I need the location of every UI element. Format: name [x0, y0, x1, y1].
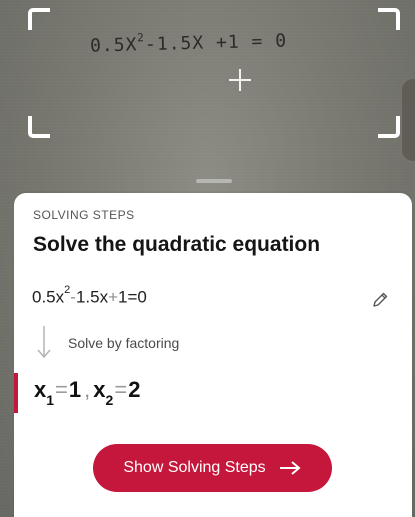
scan-corner-top-left: [28, 8, 50, 30]
result-card: SOLVING STEPS Solve the quadratic equati…: [14, 193, 412, 517]
answer-separator: ,: [84, 377, 91, 402]
result-title: Solve the quadratic equation: [33, 233, 321, 256]
answer-accent-bar: [14, 373, 18, 413]
answer-equals-1: =: [55, 377, 68, 402]
scan-frame: 0.5X2-1.5X +1 = 0: [28, 8, 400, 138]
scan-corner-top-right: [378, 8, 400, 30]
answer-var-2: x: [93, 377, 106, 402]
answer-value-2: 2: [128, 377, 141, 402]
answer-var-1: x: [34, 377, 47, 402]
pencil-icon[interactable]: [371, 291, 389, 309]
arrow-right-icon: [279, 461, 301, 475]
method-label: Solve by factoring: [68, 335, 180, 351]
recognized-equation: 0.5x2-1.5x+1=0: [32, 284, 147, 308]
answer-value-1: 1: [68, 377, 82, 402]
equation-rhs: 0: [137, 287, 147, 307]
side-panel-tab[interactable]: [401, 78, 415, 162]
handwritten-coefficient: 0.5X: [89, 34, 138, 57]
crosshair-icon: [229, 69, 251, 91]
handwritten-power: 2: [137, 31, 145, 45]
answer-sub-1: 1: [46, 392, 55, 409]
equation-equals: =: [127, 287, 138, 307]
scan-corner-bottom-left: [28, 116, 50, 138]
show-solving-steps-label: Show Solving Steps: [123, 459, 266, 476]
arrow-down-icon: [37, 326, 51, 359]
section-label: SOLVING STEPS: [33, 208, 135, 222]
equation-term2: 1.5x: [75, 287, 109, 307]
answer-sub-2: 2: [105, 392, 114, 409]
equation-exponent: 2: [64, 284, 71, 296]
handwritten-equation: 0.5X2-1.5X +1 = 0: [90, 29, 288, 56]
answer-line: x1=1, x2=2: [34, 377, 141, 409]
scan-corner-bottom-right: [378, 116, 400, 138]
show-solving-steps-button[interactable]: Show Solving Steps: [93, 444, 332, 492]
answer-equals-2: =: [114, 377, 128, 402]
drag-handle[interactable]: [196, 179, 232, 183]
equation-term1: 0.5x: [32, 287, 65, 307]
equation-operator-2: +: [108, 287, 119, 307]
handwritten-rest: -1.5X +1 = 0: [144, 30, 288, 56]
